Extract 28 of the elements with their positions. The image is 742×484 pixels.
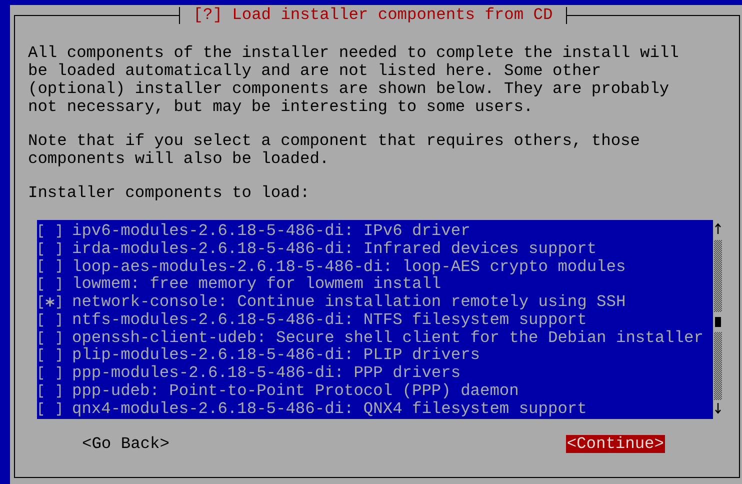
checkbox[interactable]	[37, 276, 63, 292]
component-item[interactable]: openssh-client-udeb: Secure shell client for the Debian installer	[72, 328, 704, 347]
component-item[interactable]: ipv6-modules-2.6.18-5-486-di: IPv6 driver	[72, 222, 470, 240]
list-label: Installer components to load:	[28, 184, 311, 202]
checkbox[interactable]	[37, 365, 63, 382]
dialog-text: All components of the installer needed to complete the install will be loaded automatically and are not listed here. Some other (optional) installer components are shown below. They are probably not necessary, but may be interesting to some users.	[28, 44, 680, 116]
checkbox[interactable]	[37, 312, 63, 328]
component-item[interactable]: network-console: Continue installation remotely using SSH	[72, 293, 626, 312]
checkbox[interactable]	[37, 294, 63, 310]
component-item[interactable]: ppp-modules-2.6.18-5-486-di: PPP drivers	[72, 364, 461, 382]
component-item[interactable]: irda-modules-2.6.18-5-486-di: Infrared devices support	[72, 240, 597, 258]
checkbox[interactable]	[37, 347, 63, 364]
checkbox[interactable]	[37, 400, 63, 417]
checkbox[interactable]	[37, 240, 63, 257]
checkbox[interactable]	[37, 383, 63, 400]
dialog-button[interactable]: <Continue>	[566, 434, 665, 453]
component-item[interactable]: lowmem: free memory for lowmem install	[72, 275, 442, 294]
component-item[interactable]: ntfs-modules-2.6.18-5-486-di: NTFS filesystem support	[72, 310, 587, 329]
dialog-title: [?] Load installer components from CD	[179, 7, 567, 24]
dialog-button[interactable]: <Go Back>	[81, 434, 170, 453]
component-item[interactable]: qnx4-modules-2.6.18-5-486-di: QNX4 filesystem support	[72, 400, 587, 418]
component-item[interactable]: ppp-udeb: Point-to-Point Protocol (PPP) daemon	[72, 382, 519, 400]
checkbox[interactable]	[37, 330, 63, 346]
component-item[interactable]: plip-modules-2.6.18-5-486-di: PLIP drivers	[72, 346, 480, 364]
component-item[interactable]: loop-aes-modules-2.6.18-5-486-di: loop-AES crypto modules	[72, 258, 626, 276]
checkbox[interactable]	[37, 222, 63, 239]
checkbox[interactable]	[37, 258, 63, 274]
dialog-text: Note that if you select a component that requires others, those components will also be loaded.	[28, 132, 641, 168]
